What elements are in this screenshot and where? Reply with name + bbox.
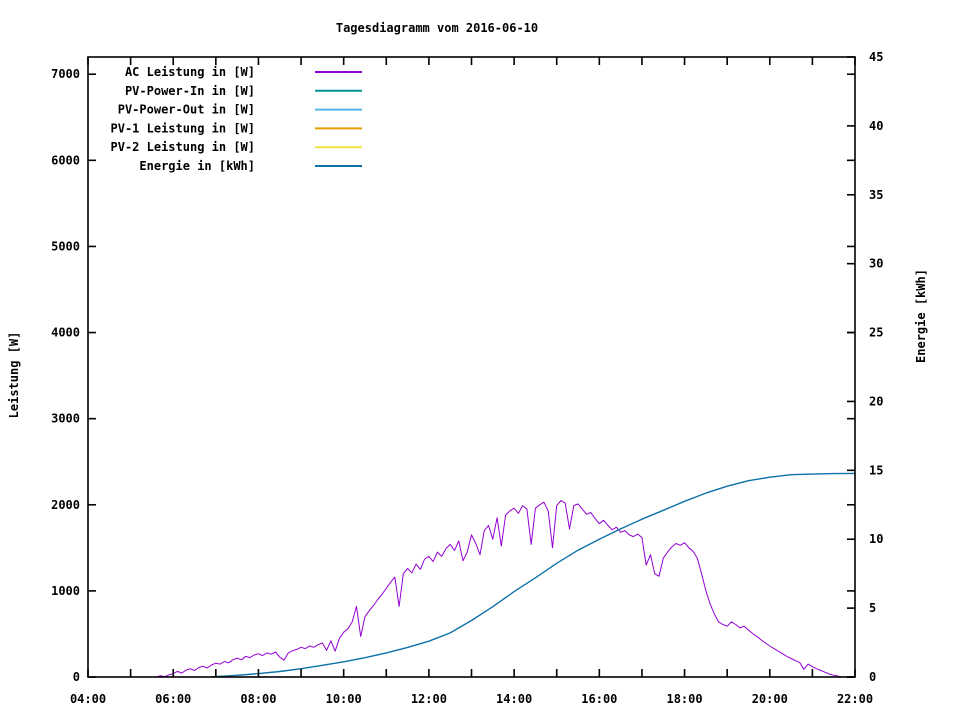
svg-text:04:00: 04:00 [70, 692, 106, 706]
legend-item: PV-1 Leistung in [W] [111, 121, 362, 135]
svg-text:AC Leistung in [W]: AC Leistung in [W] [125, 65, 255, 79]
daily-pv-chart: Tagesdiagramm vom 2016-06-10 Leistung [W… [0, 0, 960, 720]
svg-text:2000: 2000 [51, 498, 80, 512]
svg-text:08:00: 08:00 [240, 692, 276, 706]
svg-text:45: 45 [869, 50, 883, 64]
svg-text:20: 20 [869, 394, 883, 408]
y-axis-label: Leistung [W] [7, 331, 21, 419]
y2-axis-label: Energie [kWh] [914, 269, 928, 363]
svg-text:06:00: 06:00 [155, 692, 191, 706]
series-group [156, 472, 856, 678]
svg-text:40: 40 [869, 119, 883, 133]
svg-text:PV-1 Leistung in [W]: PV-1 Leistung in [W] [111, 121, 256, 135]
svg-text:1000: 1000 [51, 584, 80, 598]
svg-text:Energie in [kWh]: Energie in [kWh] [139, 159, 255, 173]
svg-text:12:00: 12:00 [411, 692, 447, 706]
svg-text:18:00: 18:00 [666, 692, 702, 706]
svg-text:22:00: 22:00 [837, 692, 873, 706]
svg-text:25: 25 [869, 326, 883, 340]
svg-text:7000: 7000 [51, 67, 80, 81]
svg-text:PV-2 Leistung in [W]: PV-2 Leistung in [W] [111, 140, 256, 154]
svg-text:5000: 5000 [51, 239, 80, 253]
svg-text:35: 35 [869, 188, 883, 202]
legend: AC Leistung in [W] PV-Power-In in [W] PV-P… [111, 65, 362, 173]
legend-item: AC Leistung in [W] [125, 65, 362, 79]
legend-item: Energie in [kWh] [139, 159, 362, 173]
svg-text:4000: 4000 [51, 326, 80, 340]
chart-title: Tagesdiagramm vom 2016-06-10 [335, 21, 539, 35]
svg-text:10: 10 [869, 532, 883, 546]
svg-text:5: 5 [869, 601, 876, 615]
legend-item: PV-2 Leistung in [W] [111, 140, 362, 154]
plot-area: 04:00 06:00 08:00 10:00 12:00 14:00 16:00 18:00… [51, 50, 883, 706]
svg-text:10:00: 10:00 [326, 692, 362, 706]
svg-text:14:00: 14:00 [496, 692, 532, 706]
svg-text:PV-Power-In in [W]: PV-Power-In in [W] [125, 84, 255, 98]
legend-item: PV-Power-Out in [W] [118, 103, 362, 117]
svg-text:3000: 3000 [51, 412, 80, 426]
series-ac-leistung-in-w- [156, 500, 843, 678]
legend-item: PV-Power-In in [W] [125, 84, 362, 98]
svg-text:0: 0 [73, 670, 80, 684]
svg-text:0: 0 [869, 670, 876, 684]
svg-text:30: 30 [869, 257, 883, 271]
svg-text:15: 15 [869, 463, 883, 477]
svg-text:PV-Power-Out in [W]: PV-Power-Out in [W] [118, 103, 255, 117]
svg-text:6000: 6000 [51, 153, 80, 167]
svg-text:16:00: 16:00 [581, 692, 617, 706]
svg-text:20:00: 20:00 [752, 692, 788, 706]
